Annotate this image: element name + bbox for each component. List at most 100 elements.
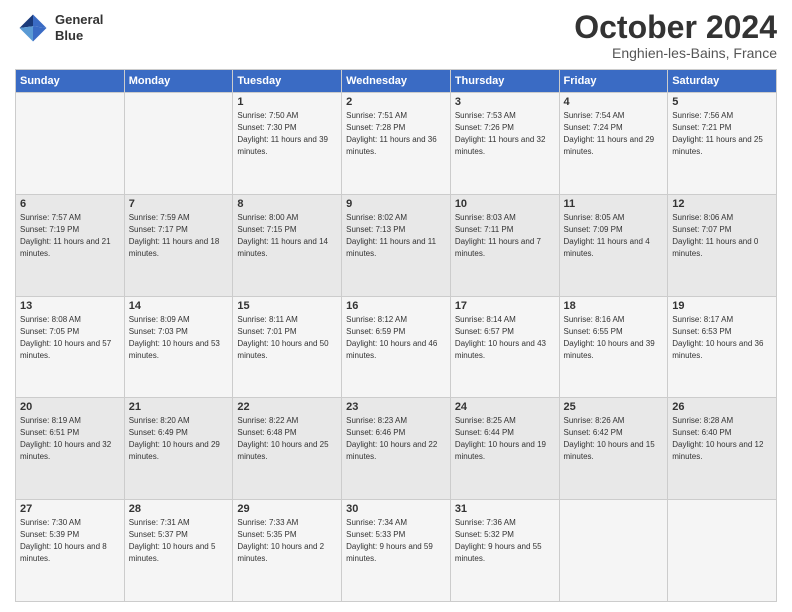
day-number: 14 [129,300,229,312]
calendar-cell: 7 Sunrise: 7:59 AMSunset: 7:17 PMDaylight… [124,194,233,296]
day-number: 12 [672,198,772,210]
day-info: Sunrise: 7:51 AMSunset: 7:28 PMDaylight:… [346,110,446,158]
day-number: 8 [237,198,337,210]
day-info: Sunrise: 7:59 AMSunset: 7:17 PMDaylight:… [129,212,229,260]
calendar-page: General Blue October 2024 Enghien-les-Ba… [0,0,792,612]
day-info: Sunrise: 8:20 AMSunset: 6:49 PMDaylight:… [129,415,229,463]
day-number: 24 [455,401,555,413]
calendar-cell: 21 Sunrise: 8:20 AMSunset: 6:49 PMDayligh… [124,398,233,500]
day-info: Sunrise: 7:56 AMSunset: 7:21 PMDaylight:… [672,110,772,158]
day-info: Sunrise: 8:05 AMSunset: 7:09 PMDaylight:… [564,212,664,260]
calendar-cell: 8 Sunrise: 8:00 AMSunset: 7:15 PMDaylight… [233,194,342,296]
day-info: Sunrise: 7:36 AMSunset: 5:32 PMDaylight:… [455,517,555,565]
day-number: 13 [20,300,120,312]
day-info: Sunrise: 8:17 AMSunset: 6:53 PMDaylight:… [672,314,772,362]
calendar-cell [668,500,777,602]
day-info: Sunrise: 8:14 AMSunset: 6:57 PMDaylight:… [455,314,555,362]
day-info: Sunrise: 8:03 AMSunset: 7:11 PMDaylight:… [455,212,555,260]
calendar-cell: 10 Sunrise: 8:03 AMSunset: 7:11 PMDayligh… [450,194,559,296]
day-number: 25 [564,401,664,413]
day-number: 2 [346,96,446,108]
calendar-cell: 27 Sunrise: 7:30 AMSunset: 5:39 PMDayligh… [16,500,125,602]
calendar-cell [559,500,668,602]
day-number: 11 [564,198,664,210]
day-number: 3 [455,96,555,108]
day-info: Sunrise: 8:02 AMSunset: 7:13 PMDaylight:… [346,212,446,260]
logo-line1: General [55,12,103,28]
day-number: 10 [455,198,555,210]
calendar-cell: 6Sunrise: 7:57 AMSunset: 7:19 PMDaylight… [16,194,125,296]
calendar-cell: 22Sunrise: 8:22 AMSunset: 6:48 PMDayligh… [233,398,342,500]
day-info: Sunrise: 7:30 AMSunset: 5:39 PMDaylight:… [20,517,120,565]
logo-line2: Blue [55,28,103,44]
day-info: Sunrise: 8:26 AMSunset: 6:42 PMDaylight:… [564,415,664,463]
day-info: Sunrise: 8:08 AMSunset: 7:05 PMDaylight:… [20,314,120,362]
day-info: Sunrise: 7:57 AMSunset: 7:19 PMDaylight:… [20,212,120,260]
weekday-header-row: SundayMondayTuesdayWednesdayThursdayFrid… [16,70,777,93]
calendar-cell: 28 Sunrise: 7:31 AMSunset: 5:37 PMDayligh… [124,500,233,602]
calendar-cell: 19 Sunrise: 8:17 AMSunset: 6:53 PMDayligh… [668,296,777,398]
day-info: Sunrise: 8:12 AMSunset: 6:59 PMDaylight:… [346,314,446,362]
calendar-cell: 18 Sunrise: 8:16 AMSunset: 6:55 PMDayligh… [559,296,668,398]
day-info: Sunrise: 8:09 AMSunset: 7:03 PMDaylight:… [129,314,229,362]
day-info: Sunrise: 7:31 AMSunset: 5:37 PMDaylight:… [129,517,229,565]
day-number: 15 [237,300,337,312]
day-number: 29 [237,503,337,515]
calendar-cell: 20Sunrise: 8:19 AMSunset: 6:51 PMDayligh… [16,398,125,500]
day-number: 18 [564,300,664,312]
day-number: 9 [346,198,446,210]
calendar-cell: 5 Sunrise: 7:56 AMSunset: 7:21 PMDaylight… [668,93,777,195]
weekday-header: Tuesday [233,70,342,93]
calendar-cell: 15Sunrise: 8:11 AMSunset: 7:01 PMDayligh… [233,296,342,398]
day-number: 23 [346,401,446,413]
calendar-cell: 2 Sunrise: 7:51 AMSunset: 7:28 PMDaylight… [342,93,451,195]
calendar-cell: 17 Sunrise: 8:14 AMSunset: 6:57 PMDayligh… [450,296,559,398]
header-right: October 2024 Enghien-les-Bains, France [574,10,777,61]
calendar-cell: 9 Sunrise: 8:02 AMSunset: 7:13 PMDaylight… [342,194,451,296]
day-info: Sunrise: 7:54 AMSunset: 7:24 PMDaylight:… [564,110,664,158]
day-number: 1 [237,96,337,108]
day-info: Sunrise: 8:00 AMSunset: 7:15 PMDaylight:… [237,212,337,260]
calendar-cell [124,93,233,195]
day-info: Sunrise: 8:28 AMSunset: 6:40 PMDaylight:… [672,415,772,463]
day-number: 4 [564,96,664,108]
day-info: Sunrise: 8:06 AMSunset: 7:07 PMDaylight:… [672,212,772,260]
day-number: 7 [129,198,229,210]
calendar-cell: 26 Sunrise: 8:28 AMSunset: 6:40 PMDayligh… [668,398,777,500]
day-number: 5 [672,96,772,108]
day-number: 19 [672,300,772,312]
calendar-cell: 30Sunrise: 7:34 AMSunset: 5:33 PMDayligh… [342,500,451,602]
day-number: 17 [455,300,555,312]
day-info: Sunrise: 7:53 AMSunset: 7:26 PMDaylight:… [455,110,555,158]
day-info: Sunrise: 7:33 AMSunset: 5:35 PMDaylight:… [237,517,337,565]
calendar-week-row: 20Sunrise: 8:19 AMSunset: 6:51 PMDayligh… [16,398,777,500]
logo-text: General Blue [55,12,103,43]
day-info: Sunrise: 7:50 AMSunset: 7:30 PMDaylight:… [237,110,337,158]
calendar-week-row: 27 Sunrise: 7:30 AMSunset: 5:39 PMDayligh… [16,500,777,602]
day-number: 26 [672,401,772,413]
calendar-cell: 13 Sunrise: 8:08 AMSunset: 7:05 PMDayligh… [16,296,125,398]
month-title: October 2024 [574,10,777,45]
calendar-cell: 31Sunrise: 7:36 AMSunset: 5:32 PMDayligh… [450,500,559,602]
calendar-cell: 24Sunrise: 8:25 AMSunset: 6:44 PMDayligh… [450,398,559,500]
header: General Blue October 2024 Enghien-les-Ba… [15,10,777,61]
calendar-cell: 1 Sunrise: 7:50 AMSunset: 7:30 PMDaylight… [233,93,342,195]
day-number: 22 [237,401,337,413]
calendar-week-row: 1 Sunrise: 7:50 AMSunset: 7:30 PMDaylight… [16,93,777,195]
calendar-cell: 23 Sunrise: 8:23 AMSunset: 6:46 PMDayligh… [342,398,451,500]
calendar-cell: 29 Sunrise: 7:33 AMSunset: 5:35 PMDayligh… [233,500,342,602]
weekday-header: Wednesday [342,70,451,93]
day-number: 16 [346,300,446,312]
weekday-header: Sunday [16,70,125,93]
day-number: 27 [20,503,120,515]
calendar-cell: 11 Sunrise: 8:05 AMSunset: 7:09 PMDayligh… [559,194,668,296]
calendar-table: SundayMondayTuesdayWednesdayThursdayFrid… [15,69,777,602]
day-number: 21 [129,401,229,413]
weekday-header: Saturday [668,70,777,93]
day-info: Sunrise: 8:16 AMSunset: 6:55 PMDaylight:… [564,314,664,362]
calendar-week-row: 13 Sunrise: 8:08 AMSunset: 7:05 PMDayligh… [16,296,777,398]
calendar-week-row: 6Sunrise: 7:57 AMSunset: 7:19 PMDaylight… [16,194,777,296]
weekday-header: Friday [559,70,668,93]
day-info: Sunrise: 8:23 AMSunset: 6:46 PMDaylight:… [346,415,446,463]
day-number: 28 [129,503,229,515]
